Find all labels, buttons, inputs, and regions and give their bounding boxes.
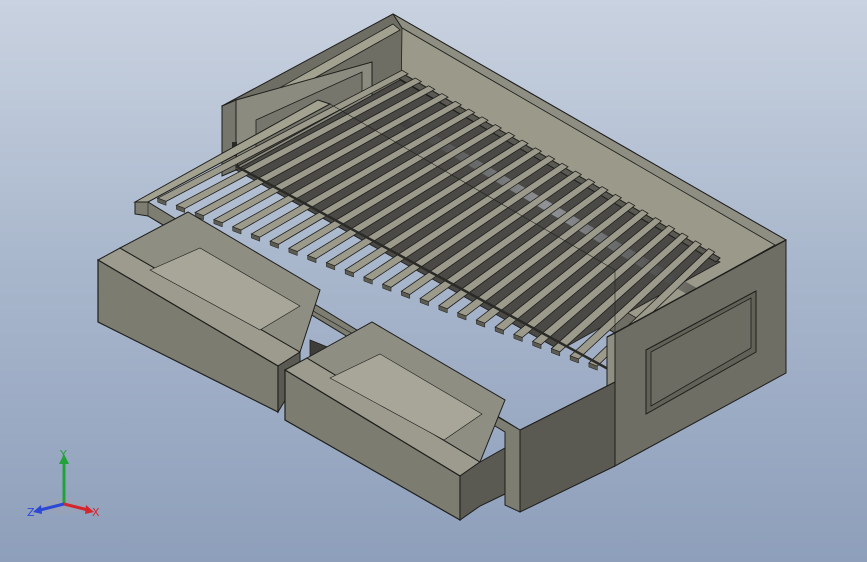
drawer-right[interactable]: [283, 321, 506, 522]
z-axis-label: Z: [27, 506, 35, 519]
3d-viewport[interactable]: Y X Z: [0, 0, 867, 562]
axis-triad[interactable]: Y X Z: [26, 448, 106, 524]
x-axis-label: X: [92, 506, 100, 519]
y-axis-label: Y: [59, 448, 67, 461]
bed-model[interactable]: [0, 0, 867, 562]
